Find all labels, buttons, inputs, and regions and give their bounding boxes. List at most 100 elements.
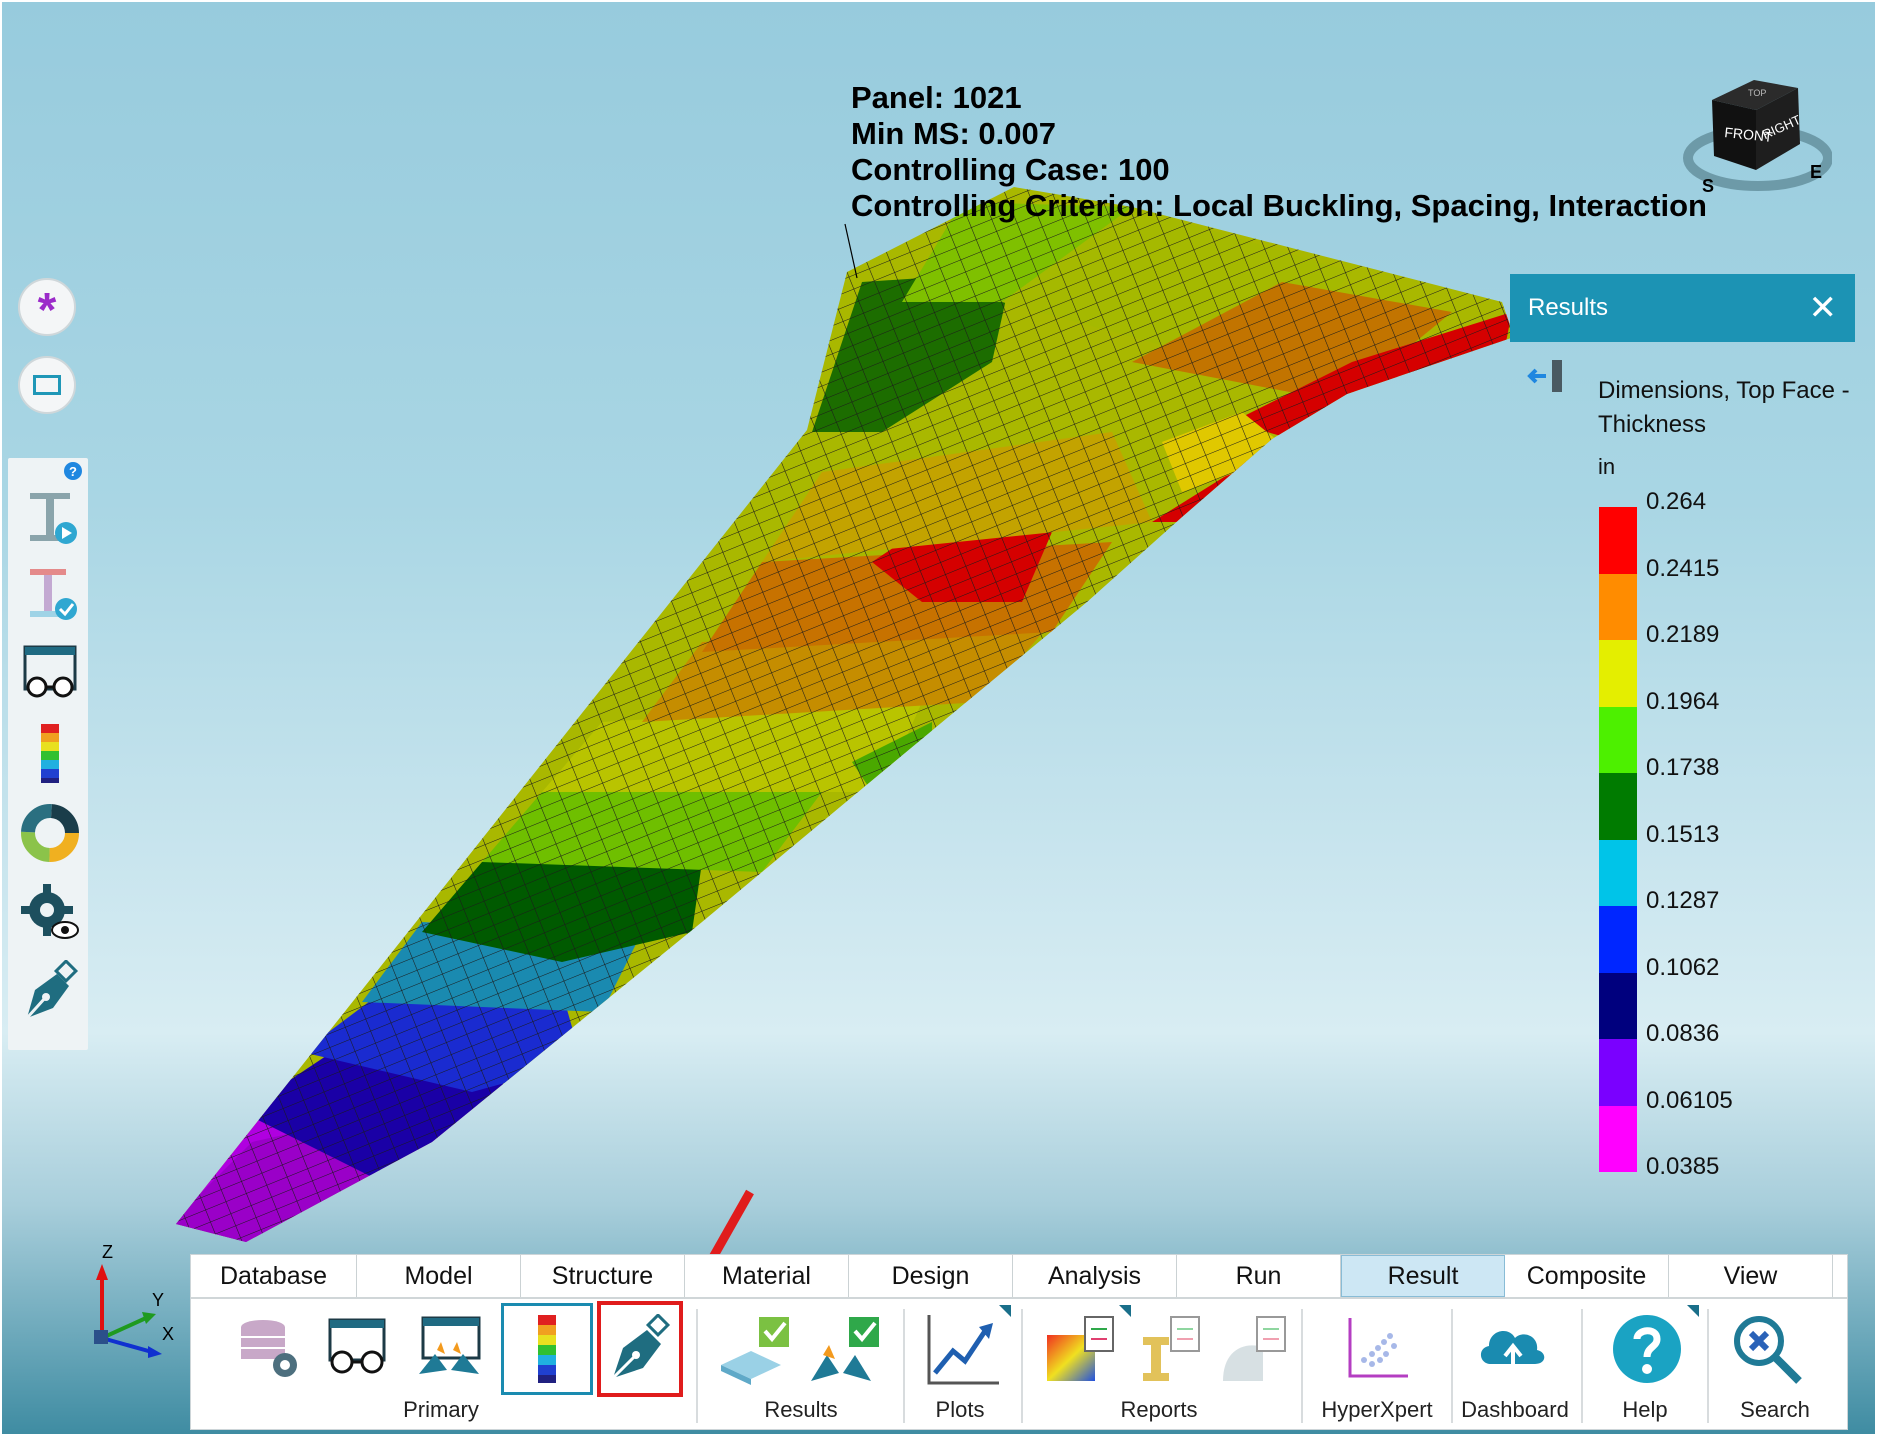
legend-value: 0.264 <box>1646 488 1707 515</box>
color-scale-ribbon-button[interactable] <box>501 1303 593 1395</box>
results-splash-check-button[interactable] <box>805 1307 885 1391</box>
glasses-view-icon <box>23 645 77 698</box>
rectangle-select-button[interactable] <box>18 356 76 414</box>
tab-run[interactable]: Run <box>1177 1255 1341 1297</box>
beam-run-button[interactable] <box>18 484 82 550</box>
help-button[interactable] <box>1607 1307 1687 1391</box>
group-label-hyperxpert: HyperXpert <box>1321 1397 1433 1422</box>
help-dropdown-marker[interactable] <box>1687 1305 1699 1317</box>
legend-swatch <box>1599 640 1637 707</box>
plots-button[interactable] <box>923 1307 1003 1391</box>
wing-surface <box>176 187 1514 1242</box>
legend-swatch <box>1599 573 1637 640</box>
gear-eye-icon <box>21 884 79 939</box>
report-icon <box>1223 1316 1286 1381</box>
color-scale-icon <box>41 724 59 783</box>
dashboard-button[interactable] <box>1473 1307 1553 1391</box>
tab-composite[interactable]: Composite <box>1505 1255 1669 1297</box>
glasses-view-icon <box>328 1318 386 1374</box>
tab-material[interactable]: Material <box>685 1255 849 1297</box>
ribbon-tabs: Database Model Structure Material Design Anal… <box>191 1255 1847 1299</box>
group-separator <box>1581 1309 1583 1423</box>
help-badge-icon[interactable]: ? <box>64 462 82 480</box>
tab-structure[interactable]: Structure <box>521 1255 685 1297</box>
tab-design[interactable]: Design <box>849 1255 1013 1297</box>
left-toolbar: ? <box>8 458 88 1050</box>
database-settings-button[interactable] <box>229 1307 309 1391</box>
axis-y-label: Y <box>152 1290 164 1310</box>
axis-triad: Z Y X <box>82 1242 192 1362</box>
splash-icon <box>419 1316 481 1374</box>
glasses-view-button[interactable] <box>18 640 82 706</box>
report-contour-button[interactable] <box>1041 1307 1121 1391</box>
report-beam-button[interactable] <box>1127 1307 1207 1391</box>
axis-z-label: Z <box>102 1242 113 1262</box>
results-panel-header: Results ✕ <box>1510 274 1855 342</box>
collapse-panel-button[interactable] <box>1526 358 1566 394</box>
tab-analysis[interactable]: Analysis <box>1013 1255 1177 1297</box>
pen-nib-icon <box>611 1314 671 1380</box>
glasses-view-ribbon-button[interactable] <box>317 1307 397 1391</box>
viewcube-e-label: E <box>1810 162 1822 182</box>
database-gear-icon <box>241 1320 297 1377</box>
pen-nib-icon <box>25 960 79 1020</box>
group-label-help: Help <box>1622 1397 1668 1422</box>
legend-value: 0.1738 <box>1646 754 1720 781</box>
plots-dropdown-marker[interactable] <box>999 1305 1011 1317</box>
report-icon <box>1143 1316 1200 1381</box>
asterisk-icon: * <box>37 284 57 337</box>
annotation-controlling-case: Controlling Case: 100 <box>851 152 1170 187</box>
tab-database[interactable]: Database <box>191 1255 357 1297</box>
collapse-arrow-icon <box>1527 360 1562 392</box>
group-label-reports: Reports <box>1120 1397 1198 1422</box>
results-check-icon <box>721 1317 789 1385</box>
model-viewport[interactable]: Panel: 1021 Min MS: 0.007 Controlling Ca… <box>2 2 1875 1434</box>
legend-color-bar <box>1599 507 1637 1172</box>
tab-result[interactable]: Result <box>1341 1255 1505 1297</box>
legend-value: 0.0385 <box>1646 1153 1720 1180</box>
legend-swatch <box>1599 839 1637 906</box>
legend-swatch <box>1599 906 1637 973</box>
donut-chart-icon <box>21 804 79 862</box>
asterisk-button[interactable]: * <box>18 278 76 336</box>
beam-check-button[interactable] <box>18 560 82 626</box>
group-label-primary: Primary <box>403 1397 479 1422</box>
results-panel: Results ✕ Dimensions, Top Face - Thickne… <box>1510 274 1855 1180</box>
axis-x-label: X <box>162 1324 174 1344</box>
legend-swatch <box>1599 1105 1637 1172</box>
pen-nib-button[interactable] <box>18 958 82 1024</box>
gear-eye-button[interactable] <box>18 880 82 946</box>
search-button[interactable] <box>1727 1307 1807 1391</box>
line-plot-icon <box>927 1315 999 1385</box>
color-scale-button[interactable] <box>18 720 82 786</box>
group-separator <box>696 1309 698 1423</box>
annotation-min-ms: Min MS: 0.007 <box>851 116 1056 151</box>
hyperxpert-button[interactable] <box>1337 1307 1417 1391</box>
tab-view[interactable]: View <box>1669 1255 1833 1297</box>
group-label-results: Results <box>764 1397 838 1422</box>
donut-chart-button[interactable] <box>18 800 82 866</box>
view-cube[interactable]: FRONT RIGHT TOP S E <box>1682 66 1833 206</box>
close-icon[interactable]: ✕ <box>1809 288 1838 328</box>
beam-check-icon <box>30 569 77 620</box>
group-label-search: Search <box>1740 1397 1810 1422</box>
group-separator <box>1707 1309 1709 1423</box>
legend-swatch <box>1599 706 1637 773</box>
rectangle-icon <box>33 375 61 395</box>
pen-nib-ribbon-button[interactable] <box>597 1301 683 1397</box>
results-check-icon <box>811 1317 879 1381</box>
report-shape-button[interactable] <box>1213 1307 1293 1391</box>
splash-view-button[interactable] <box>409 1307 489 1391</box>
legend-value: 0.2189 <box>1646 621 1720 648</box>
tab-model[interactable]: Model <box>357 1255 521 1297</box>
question-icon <box>1613 1315 1681 1383</box>
results-check-button[interactable] <box>715 1307 795 1391</box>
group-label-plots: Plots <box>935 1397 985 1422</box>
viewcube-s-label: S <box>1702 176 1714 196</box>
color-scale-icon <box>538 1315 556 1383</box>
legend-value: 0.1964 <box>1646 687 1720 715</box>
cloud-upload-icon <box>1480 1331 1545 1378</box>
results-panel-title: Results <box>1528 294 1609 321</box>
search-icon <box>1734 1316 1802 1384</box>
annotation-panel: Panel: 1021 <box>851 80 1022 115</box>
